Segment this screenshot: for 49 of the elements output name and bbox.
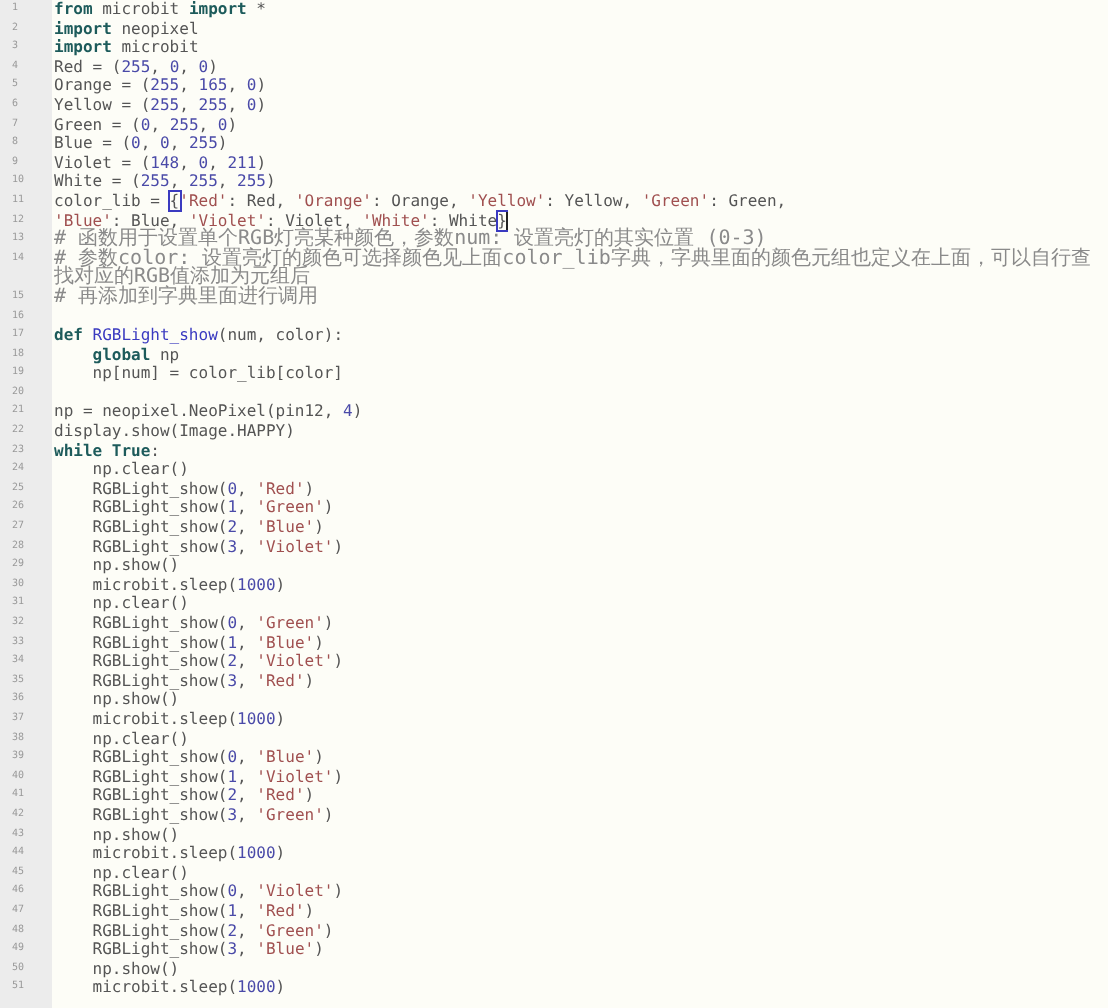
code-line: np.show() bbox=[90, 959, 180, 979]
code-line: np.clear() bbox=[90, 863, 189, 883]
code-line: global np bbox=[90, 345, 180, 365]
code-line: RGBLight_show(1, 'Violet') bbox=[90, 767, 344, 787]
code-line: RGBLight_show(0, 'Red') bbox=[90, 479, 315, 499]
code-line: display.show(Image.HAPPY) bbox=[54, 422, 295, 442]
code-line: from microbit import * bbox=[54, 0, 266, 20]
code-line: while True: bbox=[54, 441, 160, 461]
code-line: RGBLight_show(1, 'Green') bbox=[90, 498, 334, 519]
code-line: RGBLight_show(1, 'Red') bbox=[90, 901, 315, 921]
code-line: RGBLight_show(3, 'Blue') bbox=[90, 940, 324, 960]
code-line: RGBLight_show(2, 'Red') bbox=[90, 786, 315, 806]
code-line: RGBLight_show(2, 'Violet') bbox=[90, 652, 344, 672]
code-line: np.show() bbox=[90, 690, 180, 710]
code-line: np = neopixel.NeoPixel(pin12, 4) bbox=[54, 402, 363, 423]
code-line: microbit.sleep(1000) bbox=[90, 709, 286, 730]
code-line: RGBLight_show(3, 'Violet') bbox=[90, 537, 344, 557]
code-line: np.clear() bbox=[90, 729, 189, 749]
code-line: Orange = (255, 165, 0) bbox=[54, 76, 267, 96]
code-line: Red = (255, 0, 0) bbox=[54, 57, 218, 77]
comment-line: # 参数color: 设置亮灯的颜色可选择颜色见上面color_lib字典，字典里面的颜色元组也定义在上面，可以自行查找对应的RGB值添加为元组后 bbox=[54, 249, 1093, 288]
code-line: RGBLight_show(3, 'Red') bbox=[90, 671, 315, 691]
code-line: RGBLight_show(0, 'Violet') bbox=[90, 882, 344, 902]
code-line: 'Blue': Blue, 'Violet': Violet, 'White': White} bbox=[54, 211, 507, 230]
code-line: Green = (0, 255, 0) bbox=[54, 115, 238, 135]
code-line: microbit.sleep(1000) bbox=[90, 978, 286, 998]
code-line: np.show() bbox=[90, 825, 180, 845]
code-line: White = (255, 255, 255) bbox=[54, 172, 276, 192]
code-line: np[num] = color_lib[color] bbox=[90, 364, 343, 384]
code-line: np.clear() bbox=[90, 594, 189, 614]
code-line: RGBLight_show(2, 'Green') bbox=[90, 921, 334, 940]
code-line: def RGBLight_show(num, color): bbox=[54, 326, 344, 346]
code-line: Yellow = (255, 255, 0) bbox=[54, 95, 267, 116]
code-line: import neopixel bbox=[54, 19, 199, 39]
code-line: RGBLight_show(0, 'Green') bbox=[90, 614, 334, 634]
code-line: RGBLight_show(2, 'Blue') bbox=[90, 518, 324, 538]
code-line: RGBLight_show(1, 'Blue') bbox=[90, 633, 324, 653]
code-line: np.show() bbox=[90, 556, 180, 576]
code-line: microbit.sleep(1000) bbox=[90, 844, 286, 864]
code-line: np.clear() bbox=[90, 460, 189, 480]
code-line: Blue = (0, 0, 255) bbox=[54, 134, 228, 154]
code-line: RGBLight_show(0, 'Blue') bbox=[90, 748, 324, 768]
code-line: import microbit bbox=[54, 38, 199, 58]
code-line: color_lib = {'Red': Red, 'Orange': Orange, 'Yellow': Yellow, 'Green': Green, bbox=[54, 191, 787, 212]
code-line: Violet = (148, 0, 211) bbox=[54, 153, 267, 173]
code-line: microbit.sleep(1000) bbox=[90, 575, 286, 595]
comment-line: # 再添加到字典里面进行调用 bbox=[54, 287, 319, 307]
code-line: RGBLight_show(3, 'Green') bbox=[90, 805, 334, 826]
comment-line: # 函数用于设置单个RGB灯亮某种颜色，参数num: 设置亮灯的其实位置 (0-3) bbox=[54, 230, 767, 250]
